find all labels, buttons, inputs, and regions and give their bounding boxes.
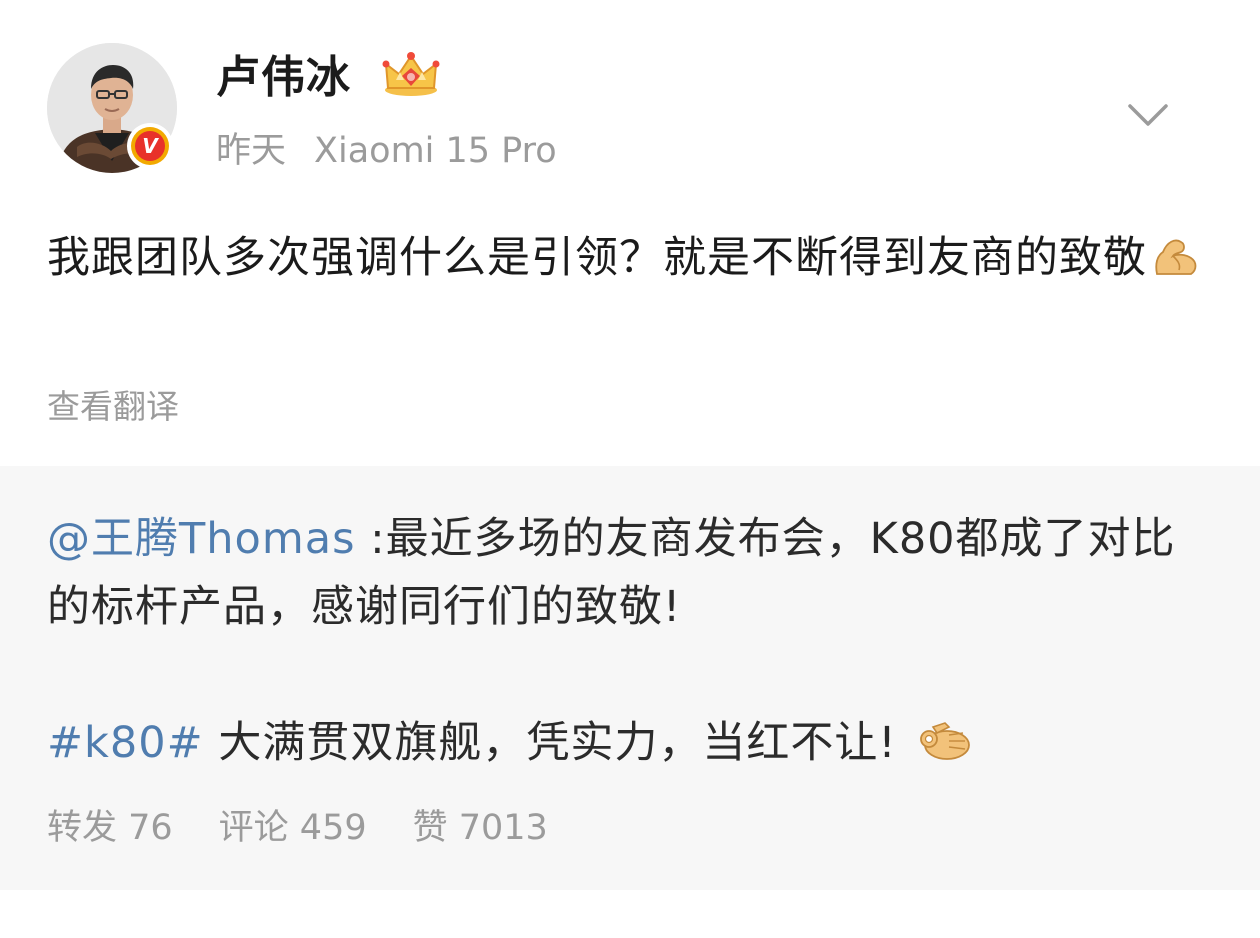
author-name[interactable]: 卢伟冰 <box>216 50 351 106</box>
hashtag-link[interactable]: #k80# <box>47 718 204 768</box>
post-time: 昨天 <box>216 131 287 171</box>
avatar[interactable]: V <box>47 43 177 173</box>
translate-link[interactable]: 查看翻译 <box>47 384 179 430</box>
comment-count-button[interactable]: 评论 459 <box>219 808 367 848</box>
chevron-down-icon[interactable] <box>1124 96 1172 136</box>
repost-paragraph-1: @王腾Thomas :最近多场的友商发布会，K80都成了对比的标杆产品，感谢同行… <box>47 505 1217 641</box>
post-text: 我跟团队多次强调什么是引领？就是不断得到友商的致敬 <box>47 233 1147 283</box>
weibo-page: V 卢伟冰 昨天 Xiaomi 15 Pro 我跟团队多次强调什么是引领？就是不… <box>0 0 1260 938</box>
repost-paragraph-2: #k80# 大满贯双旗舰，凭实力，当红不让! <box>47 709 1217 783</box>
post-meta: 昨天 Xiaomi 15 Pro <box>216 128 557 174</box>
post-card: V 卢伟冰 昨天 Xiaomi 15 Pro 我跟团队多次强调什么是引领？就是不… <box>0 0 1260 466</box>
repost-block[interactable]: @王腾Thomas :最近多场的友商发布会，K80都成了对比的标杆产品，感谢同行… <box>47 505 1217 783</box>
mention-link[interactable]: @王腾Thomas <box>47 514 355 564</box>
verified-badge-label: V <box>135 131 165 161</box>
repost-count-button[interactable]: 转发 76 <box>47 808 173 848</box>
verified-badge-icon: V <box>127 123 173 169</box>
post-body: 我跟团队多次强调什么是引领？就是不断得到友商的致敬 <box>47 224 1217 298</box>
repost-text-2: 大满贯双旗舰，凭实力，当红不让! <box>203 718 912 768</box>
footer-area <box>0 890 1260 938</box>
crown-icon <box>380 50 442 98</box>
flexed-biceps-icon <box>1151 230 1201 298</box>
post-device[interactable]: Xiaomi 15 Pro <box>314 131 557 171</box>
ok-hand-icon <box>915 715 973 783</box>
post-stats: 转发 76 评论 459 赞 7013 <box>47 804 594 852</box>
like-count-button[interactable]: 赞 7013 <box>413 808 548 848</box>
